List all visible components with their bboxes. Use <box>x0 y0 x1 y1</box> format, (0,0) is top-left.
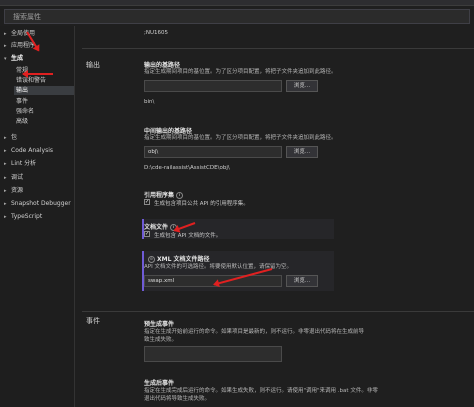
nowarn-value: ;NU1605 <box>144 30 168 36</box>
sidebar-item-label: 全局使用 <box>11 30 36 37</box>
sidebar-item-events[interactable]: 事件 <box>16 97 28 106</box>
chevron-right-icon: ▸ <box>4 135 7 141</box>
chevron-right-icon: ▸ <box>4 188 7 194</box>
sidebar-item-debug[interactable]: ▸ 调试 <box>4 173 23 182</box>
chevron-right-icon: ▸ <box>4 214 7 220</box>
sidebar-item-label: 生成 <box>11 55 24 62</box>
xml-doc-path-title: ⚙ XML 文档文件路径 <box>146 254 210 263</box>
base-output-resolved: bin\ <box>144 99 155 105</box>
sidebar-item-lint[interactable]: ▸ Lint 分析 <box>4 159 36 168</box>
sidebar-item-label: Code Analysis <box>11 147 53 154</box>
chevron-right-icon: ▸ <box>4 148 7 154</box>
reference-assemblies-label: 生成包含项目公共 API 的引用程序集。 <box>154 201 249 207</box>
sidebar-item-output[interactable]: 输出 <box>14 86 74 95</box>
documentation-file-label: 生成包含 API 文档的文件。 <box>154 233 222 239</box>
pre-build-event-desc-2: 致生成失败。 <box>144 337 178 343</box>
sidebar-item-label: 输出 <box>16 87 29 94</box>
sidebar-item-typescript[interactable]: ▸ TypeScript <box>4 212 42 221</box>
reference-assemblies-checkbox[interactable]: ✓ <box>144 199 150 205</box>
settings-icon: ⚙ <box>148 256 155 263</box>
search-properties-input[interactable]: 搜索属性 <box>4 9 470 24</box>
intermediate-output-browse-button[interactable]: 浏览... <box>286 146 318 158</box>
pre-build-event-input[interactable] <box>144 346 282 362</box>
chevron-right-icon: ▸ <box>4 161 7 167</box>
post-build-event-title: 生成后事件 <box>144 380 175 387</box>
sidebar-item-label: Snapshot Debugger <box>11 200 71 207</box>
xml-doc-browse-button[interactable]: 浏览... <box>286 275 318 287</box>
intermediate-output-path-desc: 指定生成期间项目的基位置。为了区分项目配置，将把子文件夹追加到此路径。 <box>144 135 337 141</box>
sidebar-item-label: 高级 <box>16 118 29 125</box>
reference-assemblies-title: 引用程序集 i <box>144 190 184 199</box>
sidebar-item-label: 事件 <box>16 98 29 105</box>
base-output-path-input[interactable] <box>144 80 282 92</box>
divider <box>82 311 474 312</box>
properties-panel: ;NU1605 输出 输出的基路径 指定生成期间项目的基位置。为了区分项目配置，… <box>74 26 474 407</box>
sidebar-item-label: Lint 分析 <box>11 160 37 167</box>
info-icon: i <box>176 192 184 199</box>
title-bar <box>0 0 474 6</box>
chevron-down-icon: ▾ <box>4 56 7 62</box>
intermediate-output-resolved: D:\cde-railassist\AssistCDE\obj\ <box>144 165 230 171</box>
base-output-path-desc: 指定生成期间项目的基位置。为了区分项目配置，将把子文件夹追加到此路径。 <box>144 69 337 75</box>
sidebar-item-application[interactable]: ▸ 应用程序 <box>4 41 35 50</box>
section-output-label: 输出 <box>86 61 100 69</box>
base-output-browse-button[interactable]: 浏览... <box>286 80 318 92</box>
sidebar-item-label: 资源 <box>11 187 24 194</box>
sidebar-item-resources[interactable]: ▸ 资源 <box>4 186 23 195</box>
xml-doc-path-title-text: XML 文档文件路径 <box>157 256 210 263</box>
chevron-right-icon: ▸ <box>4 175 7 181</box>
sidebar-item-snapshot-debugger[interactable]: ▸ Snapshot Debugger <box>4 199 71 208</box>
post-build-event-desc-2: 退出代码将导致生成失败。 <box>144 396 211 402</box>
search-placeholder: 搜索属性 <box>13 13 41 21</box>
pre-build-event-title: 预生成事件 <box>144 321 175 328</box>
sidebar-item-build[interactable]: ▾ 生成 <box>4 54 23 63</box>
sidebar-item-label: 强命名 <box>16 108 35 115</box>
sidebar-item-package[interactable]: ▸ 包 <box>4 133 17 142</box>
sidebar-item-label: 包 <box>11 134 18 141</box>
reference-assemblies-title-text: 引用程序集 <box>144 192 175 199</box>
post-build-event-desc-1: 指定在生成完成后运行的命令。如果生成失败，则不运行。请使用"调用"来调用 .ba… <box>144 388 378 394</box>
section-events-label: 事件 <box>86 317 100 325</box>
sidebar-item-label: TypeScript <box>11 213 43 220</box>
annotation-arrow <box>23 73 53 75</box>
sidebar-item-strong-naming[interactable]: 强命名 <box>16 107 34 116</box>
sidebar-item-code-analysis[interactable]: ▸ Code Analysis <box>4 146 53 155</box>
pre-build-event-desc-1: 指定在生成开始前运行的命令。如果项目是最新的，则不运行。非零退出代码将在生成前导 <box>144 329 365 335</box>
chevron-right-icon: ▸ <box>4 43 7 49</box>
chevron-right-icon: ▸ <box>4 201 7 207</box>
sidebar: ▸全局使用 ▸应用程序 ▾生成 常规 错误和警告 输出 事件 强命名 高级 ▸包… <box>0 26 75 407</box>
documentation-file-title-text: 文档文件 <box>144 224 169 231</box>
sidebar-item-errors-warnings[interactable]: 错误和警告 <box>16 76 46 85</box>
intermediate-output-path-input[interactable]: obj\ <box>144 146 282 158</box>
chevron-right-icon: ▸ <box>4 31 7 37</box>
sidebar-item-label: 调试 <box>11 174 24 181</box>
divider <box>82 48 474 49</box>
documentation-file-checkbox[interactable]: ✓ <box>144 231 150 237</box>
sidebar-item-advanced[interactable]: 高级 <box>16 117 28 126</box>
sidebar-item-label: 错误和警告 <box>16 77 47 84</box>
